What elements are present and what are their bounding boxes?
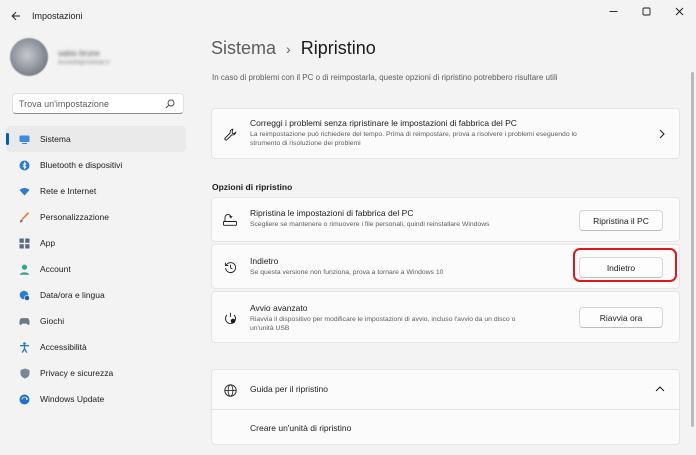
shield-icon [19, 368, 30, 379]
sidebar-item-label: Account [40, 264, 71, 274]
sidebar-item-label: Bluetooth e dispositivi [40, 160, 123, 170]
brush-icon [19, 211, 30, 223]
sidebar-item-data-ora[interactable]: Data/ora e lingua [6, 282, 186, 308]
chevron-up-icon [655, 386, 665, 392]
troubleshoot-title: Correggi i problemi senza ripristinare l… [250, 118, 517, 128]
sidebar-item-account[interactable]: Account [6, 256, 186, 282]
chevron-right-icon [659, 129, 665, 139]
recovery-help-title: Guida per il ripristino [250, 384, 328, 394]
page-subtitle: In caso di problemi con il PC o di reimp… [212, 73, 558, 82]
divider [212, 409, 679, 410]
breadcrumb: Sistema › Ripristino [211, 38, 376, 59]
page-title: Ripristino [300, 38, 376, 58]
sidebar-item-app[interactable]: App [6, 230, 186, 256]
profile-name: sabio brune [58, 48, 100, 58]
troubleshoot-desc-line2: strumento di risoluzione dei problemi [250, 140, 361, 148]
maximize-button[interactable] [630, 0, 663, 22]
sidebar-item-personalizzazione[interactable]: Personalizzazione [6, 204, 186, 230]
sidebar-item-label: Privacy e sicurezza [40, 368, 114, 378]
highlight-box [573, 248, 677, 282]
close-button[interactable] [663, 0, 696, 22]
sidebar-nav: Sistema Bluetooth e dispositivi Rete e I… [6, 126, 186, 412]
globe-icon [223, 383, 237, 397]
advanced-startup-desc-line2: un'unità USB [250, 325, 290, 333]
globe-clock-icon [19, 290, 30, 301]
sidebar-item-label: Sistema [40, 134, 71, 144]
advanced-startup-card: Avvio avanzato Riavvia il dispositivo pe… [211, 291, 680, 343]
go-back-desc: Se questa versione non funziona, prova a… [250, 269, 444, 276]
accessibility-icon [19, 341, 30, 353]
search-input[interactable]: Trova un'impostazione [12, 93, 184, 114]
breadcrumb-separator: › [286, 40, 291, 57]
maximize-icon [642, 7, 651, 15]
title-bar: Impostazioni [0, 0, 696, 32]
sidebar-item-label: Rete e Internet [40, 186, 97, 196]
scrollbar[interactable] [691, 72, 694, 427]
close-icon [675, 7, 684, 15]
sidebar-item-rete[interactable]: Rete e Internet [6, 178, 186, 204]
apps-icon [19, 238, 30, 249]
section-title-recovery-options: Opzioni di ripristino [212, 182, 293, 192]
arrow-left-icon [11, 11, 20, 21]
reset-pc-button[interactable]: Ripristina il PC [579, 210, 663, 231]
search-icon [165, 99, 175, 108]
advanced-startup-title: Avvio avanzato [250, 303, 308, 313]
minimize-icon [609, 10, 618, 12]
sidebar: sabio brune brusell9@hotmail.it Trova un… [0, 32, 196, 455]
reset-pc-title: Ripristina le impostazioni di fabbrica d… [250, 208, 414, 218]
sidebar-item-bluetooth[interactable]: Bluetooth e dispositivi [6, 152, 186, 178]
reset-pc-icon [223, 213, 237, 227]
go-back-title: Indietro [250, 256, 279, 266]
sidebar-item-label: Windows Update [40, 394, 105, 404]
sidebar-item-windows-update[interactable]: Windows Update [6, 386, 186, 412]
wifi-icon [19, 186, 30, 197]
troubleshoot-card[interactable]: Correggi i problemi senza ripristinare l… [211, 108, 680, 159]
sidebar-item-label: App [40, 238, 56, 248]
user-profile[interactable]: sabio brune brusell9@hotmail.it [10, 38, 109, 76]
recovery-help-header[interactable]: Guida per il ripristino [212, 370, 679, 409]
history-icon [223, 260, 237, 274]
create-recovery-drive-link[interactable]: Creare un'unità di ripristino [250, 423, 351, 433]
sidebar-item-label: Accessibilità [40, 342, 87, 352]
window-title: Impostazioni [32, 11, 83, 21]
reset-pc-desc: Scegliere se mantenere o rimuovere i fil… [250, 221, 490, 228]
sidebar-item-label: Data/ora e lingua [40, 290, 105, 300]
main-content: Sistema › Ripristino In caso di problemi… [196, 32, 696, 455]
sidebar-item-label: Giochi [40, 316, 65, 326]
monitor-icon [19, 134, 30, 145]
sidebar-item-giochi[interactable]: Giochi [6, 308, 186, 334]
bluetooth-icon [19, 160, 30, 171]
sidebar-item-label: Personalizzazione [40, 212, 109, 222]
breadcrumb-parent[interactable]: Sistema [211, 38, 276, 59]
troubleshoot-desc-line1: La reimpostazione può richiedere del tem… [250, 131, 577, 138]
sidebar-item-sistema[interactable]: Sistema [6, 126, 186, 152]
wrench-icon [223, 127, 237, 141]
reset-pc-card: Ripristina le impostazioni di fabbrica d… [211, 197, 680, 242]
person-icon [19, 264, 30, 275]
update-icon [19, 394, 30, 405]
gamepad-icon [19, 316, 30, 327]
advanced-startup-icon [223, 311, 237, 325]
avatar [10, 38, 48, 76]
sidebar-item-accessibilita[interactable]: Accessibilità [6, 334, 186, 360]
window-controls [597, 0, 696, 22]
profile-email: brusell9@hotmail.it [58, 59, 110, 66]
search-placeholder: Trova un'impostazione [19, 98, 109, 109]
recovery-help-card: Guida per il ripristino Creare un'unità … [211, 369, 680, 445]
sidebar-item-privacy[interactable]: Privacy e sicurezza [6, 360, 186, 386]
back-button[interactable] [0, 0, 32, 32]
advanced-startup-desc-line1: Riavvia il dispositivo per modificare le… [250, 316, 516, 323]
minimize-button[interactable] [597, 0, 630, 22]
restart-now-button[interactable]: Riavvia ora [579, 307, 663, 328]
